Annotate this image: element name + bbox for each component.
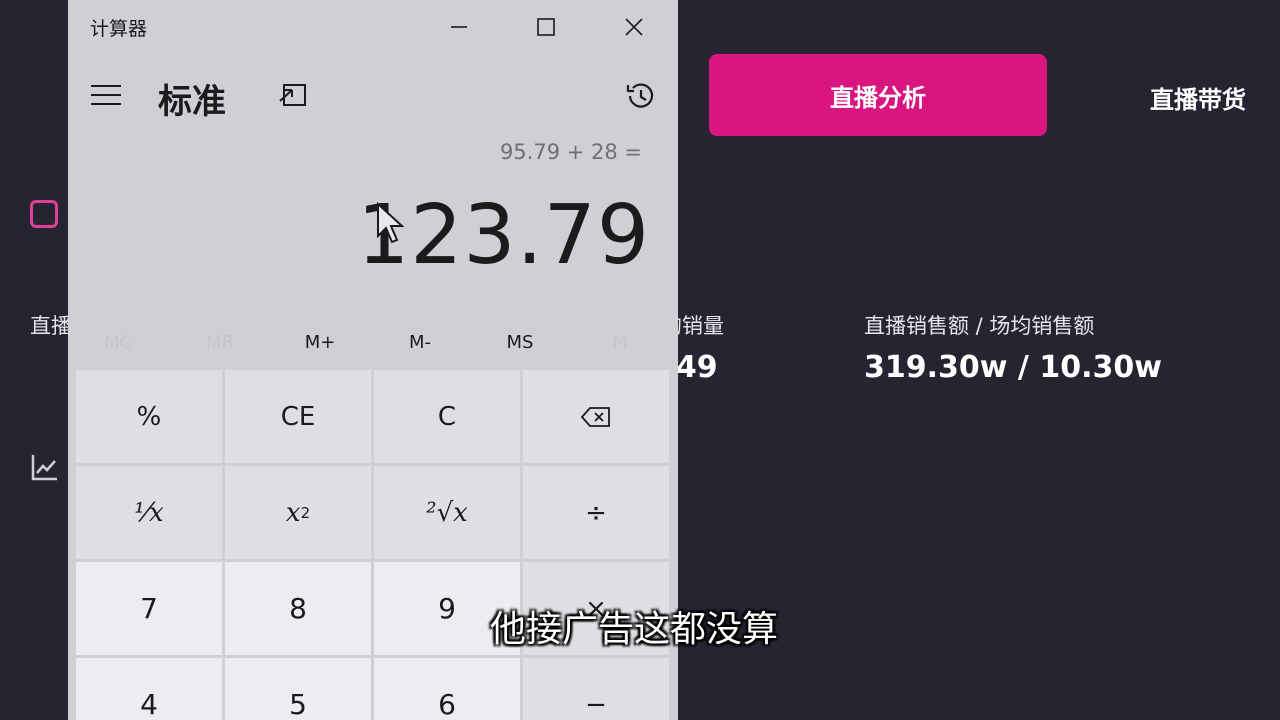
square-exponent-label: 2 [300,503,311,522]
history-icon[interactable] [624,80,656,112]
minimize-icon [451,26,467,28]
tab-live-analysis-label: 直播分析 [830,83,926,112]
memory-add-button[interactable]: M+ [270,324,370,360]
digit-5-button[interactable]: 5 [225,658,371,720]
clear-entry-button[interactable]: CE [225,370,371,463]
square-base-label: x [285,497,301,528]
memory-row: MC MR M+ M- MS M [68,324,678,360]
memory-clear-button[interactable]: MC [68,324,168,360]
digit-7-button[interactable]: 7 [76,562,222,655]
maximize-button[interactable] [523,8,569,46]
close-icon [625,18,643,36]
square-root-label: ²√x [426,497,468,528]
memory-list-button[interactable]: M [570,324,670,360]
backspace-button[interactable] [523,370,669,463]
expression-display: 95.79 + 28 = [499,140,642,164]
stat-label-gmv: 直播销售额 / 场均销售额 [864,314,1095,338]
trend-chart-icon [31,455,57,481]
square-root-button[interactable]: ²√x [374,466,520,559]
digit-6-button[interactable]: 6 [374,658,520,720]
mouse-cursor-icon [377,202,404,244]
memory-recall-button[interactable]: MR [170,324,270,360]
title-bar: 计算器 [68,0,678,52]
hamburger-menu-icon[interactable] [90,84,122,106]
square-button[interactable]: x2 [225,466,371,559]
memory-subtract-button[interactable]: M- [370,324,470,360]
app-title: 计算器 [90,18,148,40]
reciprocal-button[interactable]: ⅟x [76,466,222,559]
tab-live-sales-label: 直播带货 [1150,86,1246,114]
clear-button[interactable]: C [374,370,520,463]
memory-store-button[interactable]: MS [470,324,570,360]
video-subtitle: 他接广告这都没算 [490,609,779,650]
stat-value-gmv: 319.30w / 10.30w [864,350,1162,385]
digit-4-button[interactable]: 4 [76,658,222,720]
maximize-icon [537,18,555,36]
percent-button[interactable]: % [76,370,222,463]
digit-8-button[interactable]: 8 [225,562,371,655]
live-room-icon [30,200,58,228]
keep-on-top-icon[interactable] [278,82,308,108]
stat-label-live: 直播 [30,314,72,338]
minimize-button[interactable] [436,8,482,46]
calculator-header: 标准 [68,60,678,130]
mode-title: 标准 [158,82,226,122]
minus-button[interactable]: − [523,658,669,720]
tab-live-analysis[interactable]: 直播分析 [709,54,1047,136]
close-button[interactable] [611,8,657,46]
backspace-icon [581,406,610,427]
divide-button[interactable]: ÷ [523,466,669,559]
tab-live-sales[interactable]: 直播带货 [1150,80,1246,115]
reciprocal-label: ⅟x [134,497,164,528]
